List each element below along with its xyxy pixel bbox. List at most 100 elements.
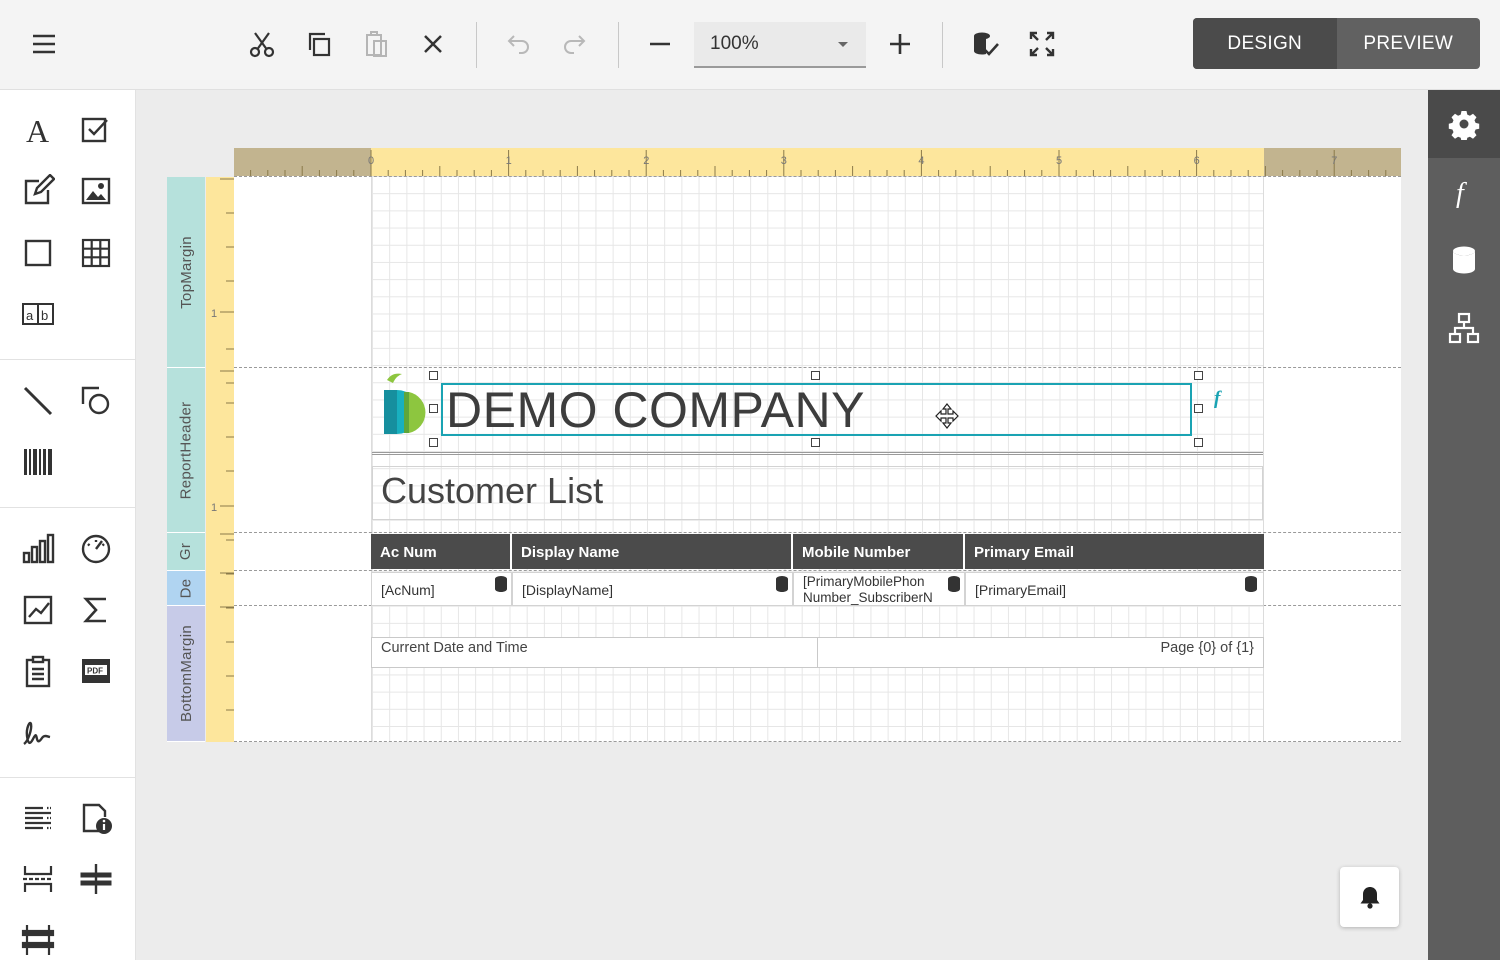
vruler-tick-label: 1 <box>211 502 217 514</box>
company-logo[interactable] <box>380 370 432 438</box>
band-label-detail[interactable]: De <box>167 571 205 606</box>
resize-handle[interactable] <box>1194 438 1203 447</box>
sparkline-tool-icon[interactable] <box>14 586 62 634</box>
resize-handle[interactable] <box>811 371 820 380</box>
toolbar-divider <box>942 22 943 68</box>
column-header-display-name[interactable]: Display Name <box>512 534 793 569</box>
resize-handle[interactable] <box>811 438 820 447</box>
toolbar-divider <box>476 22 477 68</box>
zoom-in-icon[interactable] <box>878 22 922 66</box>
paste-icon <box>354 22 398 66</box>
properties-tab-gear-icon[interactable] <box>1428 90 1500 158</box>
ruler-tick-label: 0 <box>368 155 374 167</box>
table-of-contents-tool-icon[interactable] <box>14 794 62 842</box>
ruler-tick-label: 6 <box>1194 155 1200 167</box>
field-text: [PrimaryEmail] <box>975 582 1067 598</box>
band-label-top-margin[interactable]: TopMargin <box>167 177 205 368</box>
cut-icon[interactable] <box>240 22 284 66</box>
undo-icon <box>496 22 540 66</box>
band-separator <box>234 741 1401 742</box>
band-label-report-header[interactable]: ReportHeader <box>167 368 205 533</box>
column-header-ac-num[interactable]: Ac Num <box>371 534 512 569</box>
label-tool-icon[interactable]: A <box>14 106 62 154</box>
signature-tool-icon[interactable] <box>14 710 62 758</box>
band-label-bottom-margin[interactable]: BottomMargin <box>167 606 205 742</box>
toolbar-divider <box>618 22 619 68</box>
cross-band-box-tool-icon[interactable] <box>14 916 62 960</box>
panel-tool-icon[interactable] <box>14 229 62 277</box>
design-mode-button[interactable]: DESIGN <box>1193 18 1337 69</box>
current-date-time-field[interactable]: Current Date and Time <box>371 637 818 668</box>
expressions-tab-function-icon[interactable]: f <box>1428 158 1500 226</box>
preview-mode-button[interactable]: PREVIEW <box>1337 18 1481 69</box>
vruler-tick-label: 1 <box>211 308 217 320</box>
field-mobile-number[interactable]: [PrimaryMobilePhon Number_SubscriberN <box>793 572 965 606</box>
delete-icon[interactable] <box>411 22 455 66</box>
resize-handle[interactable] <box>429 438 438 447</box>
hamburger-menu-icon[interactable] <box>22 22 66 66</box>
database-field-icon <box>495 576 507 592</box>
band-label-group-header[interactable]: Gr <box>167 533 205 571</box>
line-tool-icon[interactable] <box>14 377 62 425</box>
expression-function-icon[interactable]: f <box>1212 387 1230 409</box>
database-field-icon <box>1245 576 1257 592</box>
svg-text:f: f <box>1456 178 1467 208</box>
band-separator <box>234 176 1401 177</box>
subreport-tool-icon[interactable] <box>14 647 62 695</box>
copy-icon[interactable] <box>297 22 341 66</box>
company-name-label[interactable]: DEMO COMPANY <box>441 382 1192 438</box>
shape-tool-icon[interactable] <box>72 377 120 425</box>
validate-bindings-icon[interactable] <box>963 22 1007 66</box>
resize-handle[interactable] <box>429 404 438 413</box>
svg-text:b: b <box>41 308 48 323</box>
gauge-tool-icon[interactable] <box>72 525 120 573</box>
toolbox: A ab PDF <box>0 90 136 960</box>
cross-band-line-tool-icon[interactable] <box>72 855 120 903</box>
field-text-line: [PrimaryMobilePhon <box>803 574 925 589</box>
field-text: [DisplayName] <box>522 582 614 598</box>
chart-tool-icon[interactable] <box>14 525 62 573</box>
field-text: [AcNum] <box>381 582 435 598</box>
checkbox-tool-icon[interactable] <box>72 106 120 154</box>
table-tool-icon[interactable] <box>72 229 120 277</box>
page-break-tool-icon[interactable] <box>14 855 62 903</box>
picture-tool-icon[interactable] <box>72 167 120 215</box>
ruler-tick-label: 3 <box>781 155 787 167</box>
band-label-text: ReportHeader <box>177 401 195 499</box>
ruler-tick-label: 4 <box>918 155 924 167</box>
redo-icon <box>553 22 597 66</box>
field-text-line: Number_SubscriberN <box>803 590 933 605</box>
resize-handle[interactable] <box>1194 404 1203 413</box>
band-label-text: BottomMargin <box>177 625 195 722</box>
summary-sigma-icon[interactable] <box>72 586 120 634</box>
toolbox-divider <box>0 507 136 508</box>
top-toolbar: 100% DESIGN PREVIEW <box>0 0 1500 90</box>
header-divider-line[interactable] <box>372 452 1263 455</box>
field-primary-email[interactable]: [PrimaryEmail] <box>965 572 1264 606</box>
band-label-text: TopMargin <box>177 235 195 309</box>
field-ac-num[interactable]: [AcNum] <box>371 572 512 606</box>
page-info-tool-icon[interactable] <box>72 794 120 842</box>
zoom-select[interactable]: 100% <box>694 22 866 68</box>
toolbox-divider <box>0 777 136 778</box>
barcode-tool-icon[interactable] <box>14 438 62 486</box>
pdf-content-tool-icon[interactable]: PDF <box>72 647 120 695</box>
column-header-mobile-number[interactable]: Mobile Number <box>793 534 965 569</box>
character-comb-tool-icon[interactable]: ab <box>14 290 62 338</box>
notifications-bell-icon[interactable] <box>1340 867 1399 927</box>
page-number-field[interactable]: Page {0} of {1} <box>817 637 1264 668</box>
report-title-label[interactable]: Customer List <box>372 466 1263 520</box>
field-list-tab-database-icon[interactable] <box>1428 226 1500 294</box>
move-cursor-icon <box>935 403 959 429</box>
chevron-down-icon <box>838 42 848 47</box>
resize-handle[interactable] <box>429 371 438 380</box>
field-display-name[interactable]: [DisplayName] <box>512 572 793 606</box>
zoom-out-icon[interactable] <box>638 22 682 66</box>
toolbox-divider <box>0 359 136 360</box>
richtext-tool-icon[interactable] <box>14 167 62 215</box>
resize-handle[interactable] <box>1194 371 1203 380</box>
fullscreen-icon[interactable] <box>1020 22 1064 66</box>
report-explorer-tab-hierarchy-icon[interactable] <box>1428 294 1500 362</box>
svg-text:A: A <box>26 113 49 147</box>
column-header-primary-email[interactable]: Primary Email <box>965 534 1264 569</box>
